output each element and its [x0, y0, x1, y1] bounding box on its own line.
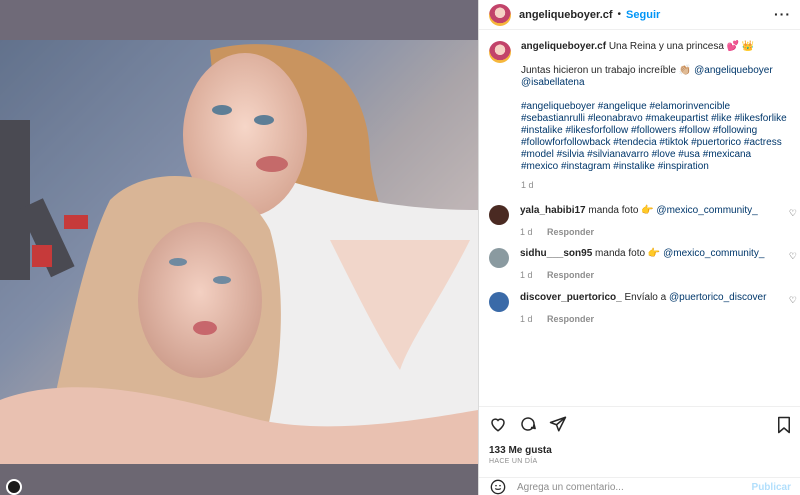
follow-button[interactable]: Seguir: [626, 9, 660, 21]
comment-time: 1 d: [520, 314, 533, 324]
caption: angeliqueboyer.cf Una Reina y una prince…: [489, 41, 794, 191]
comment-mention[interactable]: @mexico_community_: [656, 205, 757, 216]
comment-text: Envíalo a: [624, 292, 667, 303]
comment-username[interactable]: discover_puertorico_: [520, 292, 622, 303]
reply-button[interactable]: Responder: [547, 314, 594, 324]
caption-avatar[interactable]: [489, 41, 511, 63]
comment-like-heart-icon[interactable]: ♡: [789, 295, 797, 306]
comment-mention[interactable]: @puertorico_discover: [669, 292, 766, 303]
comment-time: 1 d: [520, 270, 533, 280]
comment-input[interactable]: [517, 481, 752, 493]
comment-item: sidhu___son95 manda foto 👉 @mexico_commu…: [489, 248, 799, 281]
mention-angeliqueboyer[interactable]: @angeliqueboyer: [694, 65, 773, 76]
like-heart-icon[interactable]: [489, 415, 507, 433]
photo-illustration: [0, 40, 478, 464]
add-comment-bar: Publicar: [479, 477, 800, 495]
caption-body: angeliqueboyer.cf Una Reina y una prince…: [521, 41, 791, 191]
author-username[interactable]: angeliqueboyer.cf: [519, 9, 613, 21]
bookmark-icon[interactable]: [775, 416, 793, 434]
mention-isabellatena[interactable]: @isabellatena: [521, 77, 585, 88]
post-media: [0, 0, 478, 495]
comment-icon[interactable]: [519, 415, 537, 433]
comment-like-heart-icon[interactable]: ♡: [789, 251, 797, 262]
reply-button[interactable]: Responder: [547, 227, 594, 237]
comment-username[interactable]: sidhu___son95: [520, 248, 592, 259]
media-top-background: [0, 0, 478, 40]
reply-button[interactable]: Responder: [547, 270, 594, 280]
likes-count[interactable]: 133 Me gusta: [489, 445, 552, 456]
commenter-avatar[interactable]: [489, 248, 509, 268]
comment-like-heart-icon[interactable]: ♡: [789, 208, 797, 219]
post-side-panel: angeliqueboyer.cf • Seguir ··· angelique…: [478, 0, 800, 495]
commenter-avatar[interactable]: [489, 292, 509, 312]
comment-item: discover_puertorico_ Envíalo a @puertori…: [489, 292, 799, 325]
post-photo[interactable]: [0, 40, 478, 464]
comment-mention[interactable]: @mexico_community_: [663, 248, 764, 259]
caption-title: Una Reina y una princesa 💕 👑: [608, 41, 755, 52]
caption-time: 1 d: [521, 180, 534, 190]
comment-text: manda foto 👉: [588, 205, 654, 216]
post-actions: 133 Me gusta HACE UN DÍA Publicar: [479, 406, 800, 495]
caption-username[interactable]: angeliqueboyer.cf: [521, 41, 606, 52]
more-options-icon[interactable]: ···: [774, 6, 791, 22]
publish-button[interactable]: Publicar: [752, 482, 791, 493]
comment-time: 1 d: [520, 227, 533, 237]
commenter-avatar[interactable]: [489, 205, 509, 225]
emoji-icon[interactable]: [489, 478, 507, 495]
caption-line2: Juntas hicieron un trabajo increíble 👏🏼: [521, 65, 692, 76]
comment-text: manda foto 👉: [595, 248, 661, 259]
comment-item: yala_habibi17 manda foto 👉 @mexico_commu…: [489, 205, 799, 238]
share-icon[interactable]: [549, 415, 567, 433]
post-header: angeliqueboyer.cf • Seguir ···: [479, 0, 800, 30]
caption-hashtags[interactable]: #angeliqueboyer #angelique #elamorinvenc…: [521, 101, 791, 173]
author-avatar[interactable]: [489, 3, 511, 26]
separator-dot: •: [617, 9, 622, 20]
media-bottom-background: [0, 464, 478, 495]
tagged-people-icon[interactable]: [6, 479, 22, 495]
comment-username[interactable]: yala_habibi17: [520, 205, 586, 216]
post-date: HACE UN DÍA: [489, 458, 538, 465]
